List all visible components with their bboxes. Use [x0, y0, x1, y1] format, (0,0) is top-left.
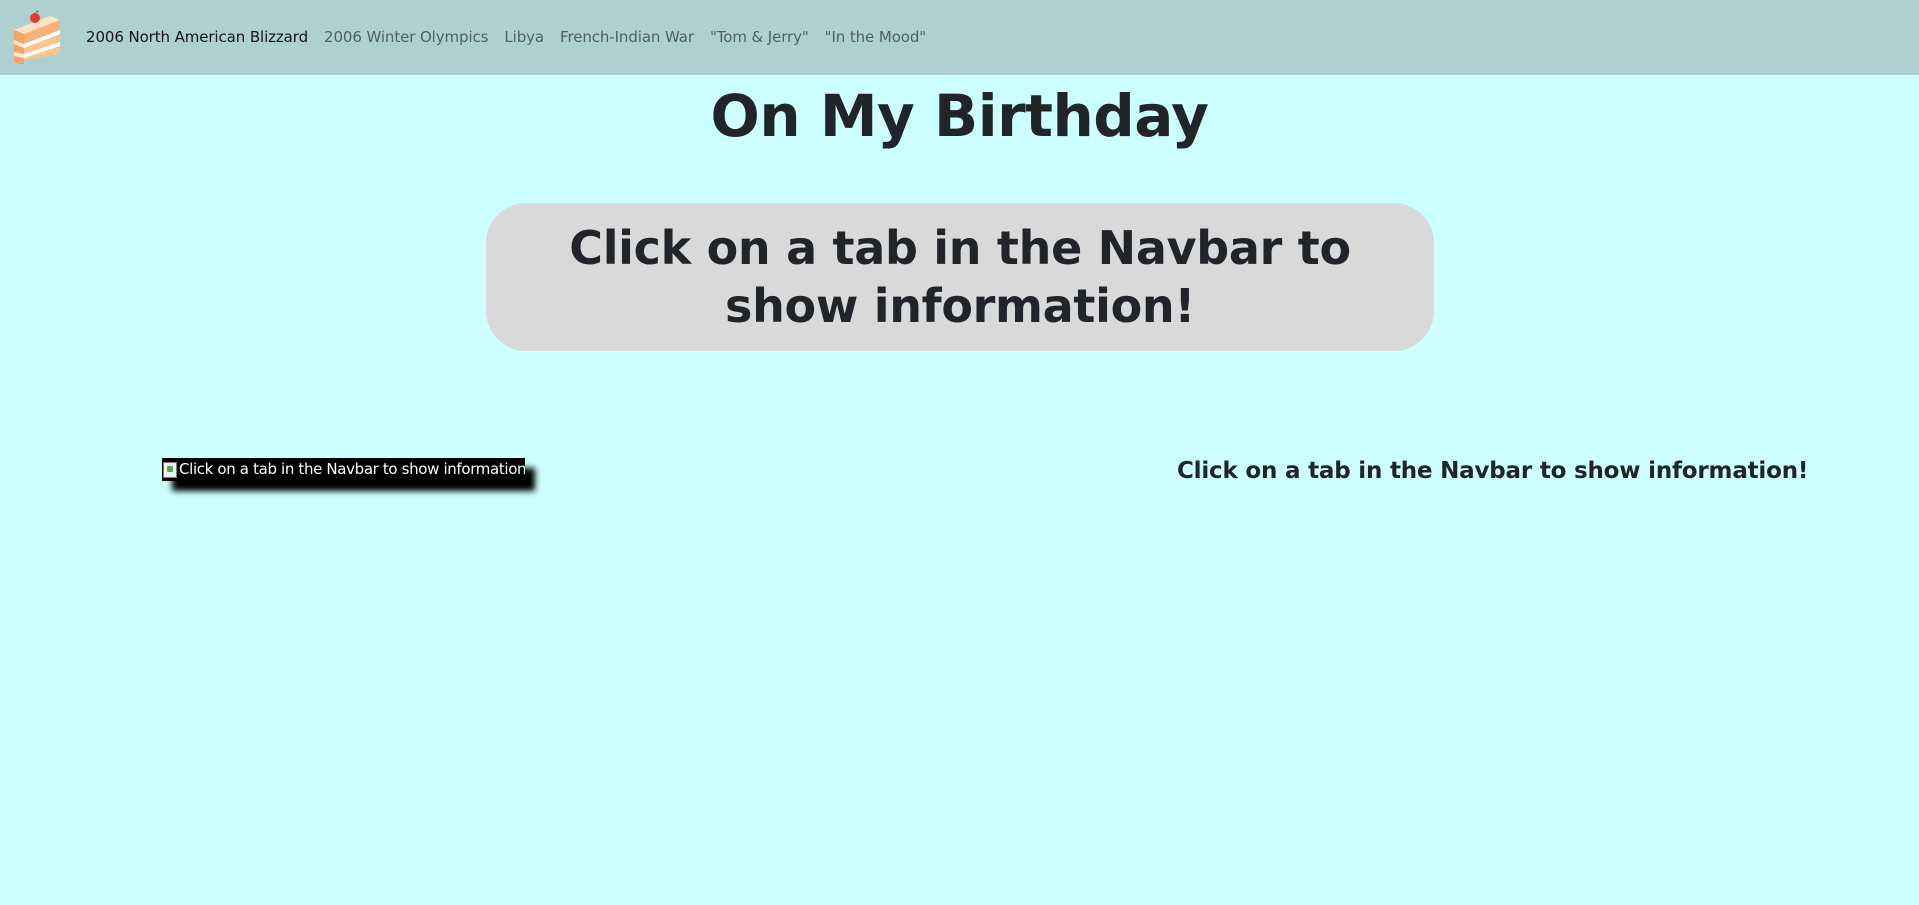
page-title: On My Birthday	[710, 82, 1209, 150]
nav-tab-libya[interactable]: Libya	[504, 26, 544, 48]
nav-tab-2006-north-american-blizzard[interactable]: 2006 North American Blizzard	[86, 26, 308, 48]
info-text: Click on a tab in the Navbar to show inf…	[1177, 458, 1809, 484]
broken-image: Click on a tab in the Navbar to show inf…	[162, 458, 525, 481]
broken-image-icon	[163, 461, 177, 478]
info-box-text: Click on a tab in the Navbar to show inf…	[569, 221, 1351, 333]
navbar: 2006 North American Blizzard 2006 Winter…	[0, 0, 1919, 75]
info-box: Click on a tab in the Navbar to show inf…	[486, 203, 1434, 351]
nav-tab-french-indian-war[interactable]: French-Indian War	[560, 26, 694, 48]
cake-slice-icon[interactable]	[10, 10, 64, 66]
nav-tab-tom-and-jerry[interactable]: "Tom & Jerry"	[710, 26, 809, 48]
nav-tab-2006-winter-olympics[interactable]: 2006 Winter Olympics	[324, 26, 488, 48]
nav-links: 2006 North American Blizzard 2006 Winter…	[86, 26, 942, 48]
image-alt-text: Click on a tab in the Navbar to show inf…	[179, 460, 525, 478]
nav-tab-in-the-mood[interactable]: "In the Mood"	[825, 26, 927, 48]
